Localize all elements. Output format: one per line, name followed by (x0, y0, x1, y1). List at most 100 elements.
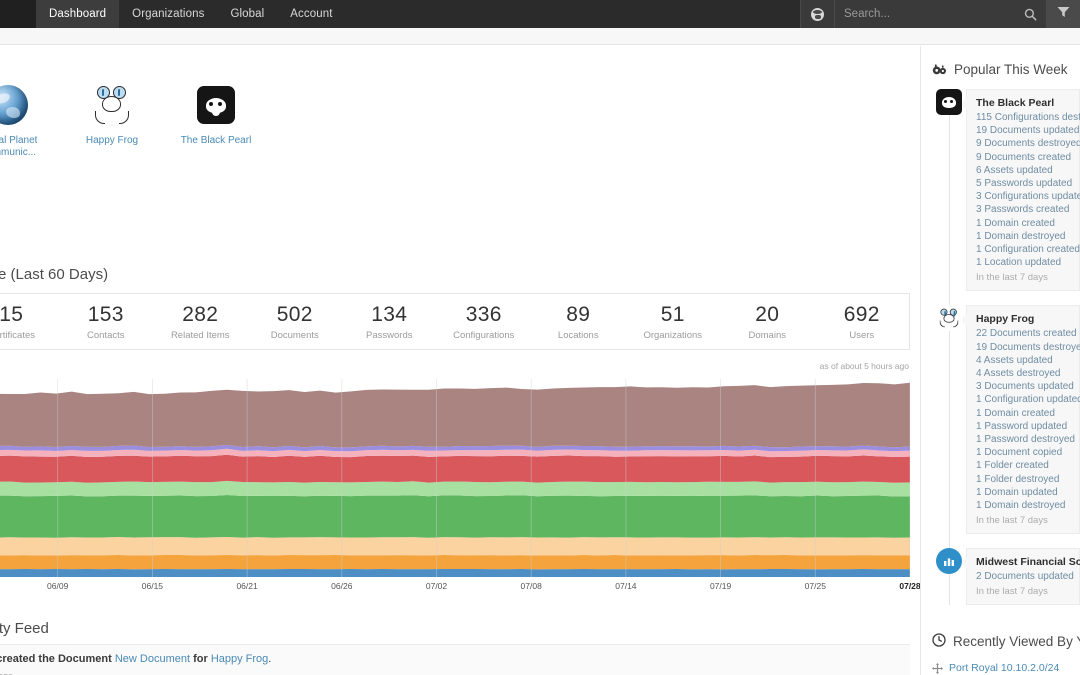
entry-line: 1 Domain created (976, 217, 1055, 229)
entry-org-name[interactable]: Happy Frog (976, 313, 1071, 325)
org-tile-label: Happy Frog (85, 135, 139, 146)
entry-org-name[interactable]: The Black Pearl (976, 97, 1071, 109)
stat-configurations[interactable]: 336 Configurations (437, 302, 532, 341)
chart-series-configurations (0, 454, 910, 483)
chart-x-axis: 06/0306/0906/1506/2106/2607/0207/0807/14… (0, 579, 920, 599)
globe-thumbnail-icon (0, 84, 29, 126)
popular-entry-happy-frog[interactable]: Happy Frog 22 Documents created 19 Docum… (932, 305, 1080, 535)
chart-series-passwords (0, 480, 910, 497)
global-scope-button[interactable] (800, 0, 834, 28)
entry-line: 19 Documents updated (976, 125, 1080, 137)
stat-label: Configurations (453, 330, 515, 341)
popular-entry-midwest-financial[interactable]: Midwest Financial Soluti 2 Documents upd… (932, 548, 1080, 606)
nav-label: Account (290, 8, 333, 20)
stat-label: Users (849, 330, 875, 341)
feed-link-document[interactable]: New Document (115, 653, 190, 665)
stat-passwords[interactable]: 134 Passwords (342, 302, 437, 341)
frog-thumbnail-icon (91, 84, 133, 126)
app-logo[interactable] (0, 0, 36, 28)
stat-certificates[interactable]: 15 Certificates (0, 302, 59, 341)
entry-line: 1 Domain created (976, 407, 1055, 419)
nav-item-organizations[interactable]: Organizations (119, 0, 217, 28)
recent-heading-label: Recently Viewed By You (953, 634, 1080, 650)
filter-icon (1057, 5, 1070, 23)
entry-card: Midwest Financial Soluti 2 Documents upd… (961, 548, 1080, 606)
chart-x-tick: 07/08 (520, 581, 542, 591)
entry-line: 1 Domain destroyed (976, 500, 1066, 512)
feed-item[interactable]: Bell created the Document New Document f… (0, 645, 910, 675)
usage-section-title: Usage (Last 60 Days) (0, 266, 109, 283)
nav-item-global[interactable]: Global (217, 0, 277, 28)
stat-contacts[interactable]: 153 Contacts (59, 302, 154, 341)
activity-feed-list: Bell created the Document New Document f… (0, 644, 910, 675)
frog-badge-icon (936, 305, 962, 332)
feed-link-org[interactable]: Happy Frog (211, 653, 268, 665)
feed-timestamp: hours ago (0, 669, 900, 675)
nav-item-dashboard[interactable]: Dashboard (36, 0, 120, 28)
org-tile-label: The Black Pearl (180, 135, 252, 146)
recent-item-port-royal[interactable]: Port Royal 10.10.2.0/24 (932, 659, 1080, 675)
chart-plot-area (0, 379, 910, 577)
stat-value: 51 (660, 303, 685, 326)
chart-series-users (0, 382, 910, 448)
org-tile-black-pearl[interactable]: The Black Pearl (172, 84, 260, 159)
skull-badge-icon (936, 89, 962, 115)
org-tile-digital-planet[interactable]: Digital Planet Communic... (0, 84, 52, 159)
entry-line: 4 Assets updated (976, 354, 1053, 366)
entry-icon-wrap (932, 305, 966, 332)
entry-line: 3 Passwords created (976, 204, 1070, 216)
sub-header-strip (0, 28, 1080, 45)
filter-button[interactable] (1046, 0, 1080, 28)
org-tile-happy-frog[interactable]: Happy Frog (68, 84, 156, 159)
nav-item-account[interactable]: Account (277, 0, 345, 28)
popular-timeline: The Black Pearl 115 Configurations destr… (921, 89, 1080, 606)
feed-actor: Bell created the Document (0, 653, 112, 665)
network-icon (932, 663, 943, 675)
entry-line: 1 Password destroyed (976, 434, 1075, 446)
chart-x-tick: 06/21 (236, 581, 258, 591)
entry-line: 115 Configurations destr (976, 112, 1080, 123)
popular-heading-label: Popular This Week (954, 62, 1068, 77)
main-content: Digital Planet Communic... Happy Frog Th… (0, 46, 920, 675)
popular-this-week-header: Popular This Week (921, 46, 1080, 77)
stat-locations[interactable]: 89 Locations (531, 302, 626, 341)
popular-entry-black-pearl[interactable]: The Black Pearl 115 Configurations destr… (932, 89, 1080, 292)
org-tile-label: Digital Planet Communic... (0, 135, 38, 158)
stat-value: 336 (465, 303, 502, 326)
stat-users[interactable]: 692 Users (815, 302, 910, 341)
stat-documents[interactable]: 502 Documents (248, 302, 343, 341)
stat-related-items[interactable]: 282 Related Items (153, 302, 248, 341)
feed-mid: for (190, 653, 211, 665)
search-container[interactable] (834, 0, 1046, 28)
stat-organizations[interactable]: 51 Organizations (626, 302, 721, 341)
chart-series-documents (0, 495, 910, 538)
entry-line: 5 Passwords updated (976, 178, 1073, 190)
stat-value: 15 (0, 303, 24, 326)
entry-line: 1 Folder created (976, 460, 1049, 472)
entry-line: 19 Documents destroyed (976, 341, 1080, 353)
entry-line: 2 Documents updated (976, 571, 1074, 583)
recently-viewed-list: Port Royal 10.10.2.0/24 The Black Pearl … (921, 650, 1080, 675)
nav-label: Dashboard (49, 8, 107, 20)
search-input[interactable] (844, 8, 1024, 20)
entry-line: 6 Assets updated (976, 164, 1053, 176)
chart-x-tick: 07/02 (425, 581, 448, 591)
chart-series-certificates (0, 568, 910, 577)
stat-value: 134 (371, 303, 408, 326)
entry-line: 3 Configurations updated (976, 191, 1080, 203)
stat-value: 89 (566, 303, 591, 326)
stat-value: 20 (755, 303, 780, 326)
stat-domains[interactable]: 20 Domains (720, 302, 815, 341)
chart-series-contacts (0, 554, 910, 570)
stat-label: Locations (557, 330, 599, 341)
entry-line: 1 Domain destroyed (976, 230, 1066, 242)
stat-label: Related Items (170, 330, 230, 341)
entry-org-name[interactable]: Midwest Financial Soluti (976, 556, 1080, 568)
search-icon[interactable] (1024, 8, 1037, 21)
entry-icon-wrap (932, 89, 966, 115)
entry-line: 3 Documents updated (976, 381, 1074, 393)
entry-line: 1 Location updated (976, 257, 1062, 269)
recently-viewed-header: Recently Viewed By You (921, 619, 1080, 650)
recent-item-label: Port Royal 10.10.2.0/24 (949, 662, 1060, 675)
primary-nav: Dashboard Organizations Global Account (36, 0, 346, 28)
